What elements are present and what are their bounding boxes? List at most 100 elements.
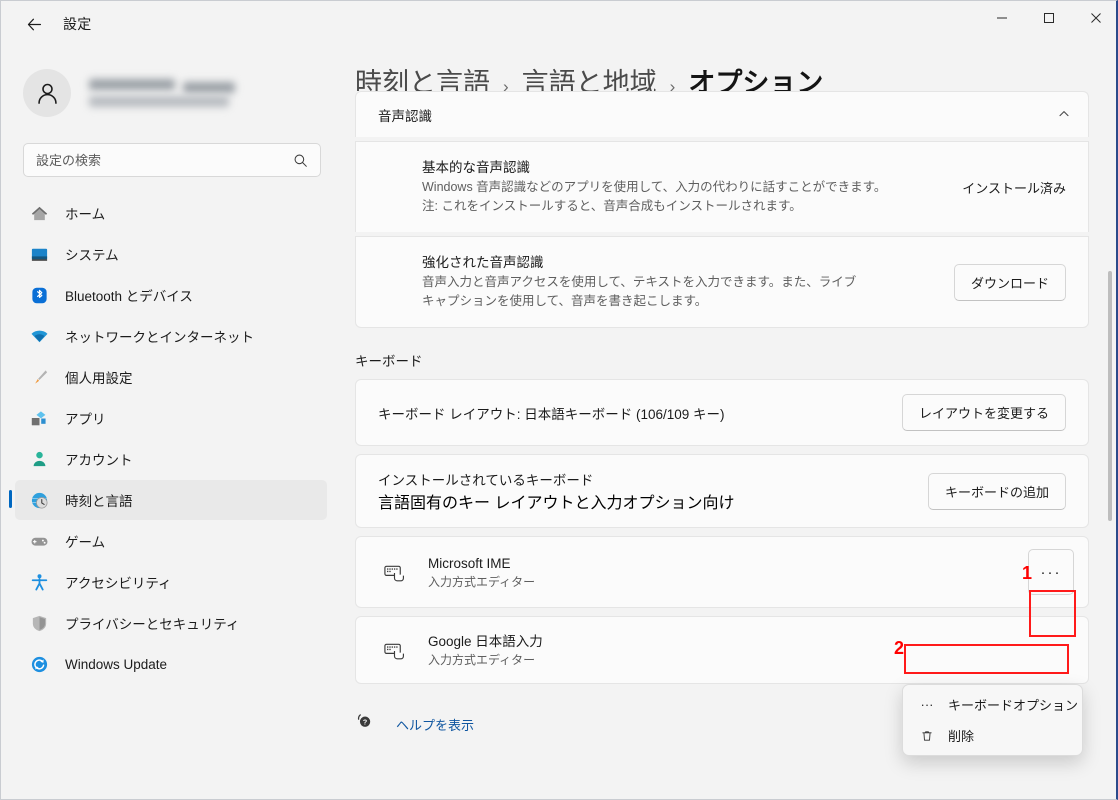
apps-icon xyxy=(29,408,49,428)
trash-icon xyxy=(917,729,937,743)
keyboard-hand-icon xyxy=(382,638,406,662)
account-profile[interactable] xyxy=(23,69,341,117)
sidebar-item-label: アカウント xyxy=(65,453,133,468)
installed-keyboards-texts: インストールされているキーボード 言語固有のキー レイアウトと入力オプション向け xyxy=(378,469,904,513)
sidebar-item-network[interactable]: ネットワークとインターネット xyxy=(15,316,327,356)
back-arrow-icon xyxy=(27,18,41,30)
ime-row-google: Google 日本語入力 入力方式エディター xyxy=(356,617,1088,683)
ime-google-card: Google 日本語入力 入力方式エディター xyxy=(355,616,1089,684)
sidebar-item-label: 時刻と言語 xyxy=(65,494,133,509)
sidebar-item-label: ゲーム xyxy=(65,535,106,550)
keyboard-hand-icon xyxy=(382,560,406,584)
sidebar-item-label: プライバシーとセキュリティ xyxy=(65,617,240,632)
sidebar-item-home[interactable]: ホーム xyxy=(15,193,327,233)
sidebar-item-label: ネットワークとインターネット xyxy=(65,330,254,345)
sidebar-item-label: アプリ xyxy=(65,412,106,427)
sidebar-item-gaming[interactable]: ゲーム xyxy=(15,521,327,561)
avatar xyxy=(23,69,71,117)
back-button[interactable] xyxy=(17,7,51,41)
search-input[interactable] xyxy=(36,152,293,168)
ellipsis-icon: ··· xyxy=(920,697,934,712)
window-title: 設定 xyxy=(63,16,92,32)
sidebar-item-bluetooth[interactable]: Bluetooth とデバイス xyxy=(15,275,327,315)
context-menu-keyboard-options[interactable]: ··· キーボードオプション xyxy=(907,689,1079,720)
enhanced-speech-texts: 強化された音声認識 音声入力と音声アクセスを使用して、テキストを入力できます。ま… xyxy=(422,253,930,311)
system-monitor-icon xyxy=(29,244,49,264)
accessibility-icon xyxy=(29,572,49,592)
basic-speech-row-card: 基本的な音声認識 Windows 音声認識などのアプリを使用して、入力の代わりに… xyxy=(355,141,1089,232)
enhanced-speech-desc-line2: キャプションを使用して、音声を書き起こします。 xyxy=(422,294,708,308)
settings-window: 設定 設定の検索 ホーム システム Bluetooth とデバイス ネットワーク… xyxy=(0,0,1118,800)
ime-google-subtitle: 入力方式エディター xyxy=(428,652,536,667)
sidebar-item-system[interactable]: システム xyxy=(15,234,327,274)
person-avatar-icon xyxy=(37,83,57,104)
content-scrollbar[interactable] xyxy=(1108,91,1112,781)
installed-keyboards-title: インストールされているキーボード xyxy=(378,473,594,488)
sidebar-item-label: 個人用設定 xyxy=(65,371,133,386)
sidebar-item-time-and-language[interactable]: 時刻と言語 xyxy=(9,480,327,520)
sidebar-item-accounts[interactable]: アカウント xyxy=(15,439,327,479)
paintbrush-icon xyxy=(29,367,49,387)
speech-recognition-header[interactable]: 音声認識 xyxy=(356,92,1088,138)
minimize-icon xyxy=(996,17,1007,19)
minimize-button[interactable] xyxy=(978,1,1025,35)
sidebar-item-windows-update[interactable]: Windows Update xyxy=(15,644,327,684)
sidebar-item-label: Bluetooth とデバイス xyxy=(65,289,193,304)
help-question-icon: ? xyxy=(355,712,374,736)
sidebar-item-apps[interactable]: アプリ xyxy=(15,398,327,438)
sidebar-item-label: Windows Update xyxy=(65,656,168,672)
close-button[interactable] xyxy=(1072,1,1116,35)
sidebar-item-privacy-security[interactable]: プライバシーとセキュリティ xyxy=(15,603,327,643)
installed-keyboards-row: インストールされているキーボード 言語固有のキー レイアウトと入力オプション向け… xyxy=(356,455,1088,527)
enhanced-speech-title: 強化された音声認識 xyxy=(422,255,544,270)
search-icon xyxy=(294,154,307,167)
ime-microsoft-subtitle: 入力方式エディター xyxy=(428,574,536,589)
context-menu-delete[interactable]: 削除 xyxy=(907,720,1078,751)
sidebar-item-label: システム xyxy=(65,248,119,263)
svg-text:?: ? xyxy=(363,719,367,727)
add-keyboard-button[interactable]: キーボードの追加 xyxy=(927,472,1066,510)
keyboard-section-title: キーボード xyxy=(355,354,423,369)
ime-more-button[interactable]: ··· xyxy=(1028,549,1074,595)
account-person-icon xyxy=(29,449,49,469)
sidebar-item-accessibility[interactable]: アクセシビリティ xyxy=(15,562,327,602)
context-menu-item-label: 削除 xyxy=(948,729,975,744)
basic-speech-status: インストール済み xyxy=(962,180,1066,196)
ime-google-name: Google 日本語入力 xyxy=(428,633,543,649)
help-link[interactable]: ヘルプを表示 xyxy=(396,715,474,734)
clock-globe-icon xyxy=(29,490,49,510)
scrollbar-thumb[interactable] xyxy=(1108,271,1112,521)
settings-scroll-area: 音声認識 基本的な音声認識 Windows 音声認識などのアプリを使用して、入力… xyxy=(341,91,1116,781)
title-bar: 設定 xyxy=(1,1,1116,47)
installed-keyboards-card: インストールされているキーボード 言語固有のキー レイアウトと入力オプション向け… xyxy=(355,454,1089,528)
enhanced-speech-row-card: 強化された音声認識 音声入力と音声アクセスを使用して、テキストを入力できます。ま… xyxy=(355,236,1089,328)
speech-recognition-title: 音声認識 xyxy=(378,109,432,124)
window-controls xyxy=(978,1,1116,47)
content-area: 時刻と言語 › 言語と地域 › オプション 音声認識 基本的な音声認識 Wind… xyxy=(341,47,1116,799)
close-icon xyxy=(1090,13,1101,23)
basic-speech-row: 基本的な音声認識 Windows 音声認識などのアプリを使用して、入力の代わりに… xyxy=(356,142,1088,232)
gamepad-icon xyxy=(29,531,49,551)
download-button[interactable]: ダウンロード xyxy=(953,263,1066,301)
basic-speech-title: 基本的な音声認識 xyxy=(422,160,530,175)
sidebar-item-label: アクセシビリティ xyxy=(65,576,172,591)
sidebar-item-personalization[interactable]: 個人用設定 xyxy=(15,357,327,397)
change-layout-button[interactable]: レイアウトを変更する xyxy=(901,394,1066,431)
context-menu-item-label: キーボードオプション xyxy=(948,698,1079,713)
sidebar-item-label: ホーム xyxy=(65,207,106,222)
basic-speech-desc-line2: 注: これをインストールすると、音声合成もインストールされます。 xyxy=(422,199,802,213)
bluetooth-icon xyxy=(29,285,49,305)
keyboard-layout-row: キーボード レイアウト: 日本語キーボード (106/109 キー) レイアウト… xyxy=(356,380,1088,445)
ime-microsoft-name: Microsoft IME xyxy=(428,555,511,571)
chevron-up-icon[interactable] xyxy=(1058,108,1070,123)
speech-recognition-header-card[interactable]: 音声認識 xyxy=(355,91,1089,137)
search-box[interactable] xyxy=(23,143,321,177)
keyboard-layout-label: キーボード レイアウト: 日本語キーボード (106/109 キー) xyxy=(378,406,725,422)
ime-google-texts: Google 日本語入力 入力方式エディター xyxy=(428,632,1074,669)
ime-microsoft-card: Microsoft IME 入力方式エディター ··· xyxy=(355,536,1089,608)
maximize-button[interactable] xyxy=(1025,1,1072,35)
keyboard-layout-card: キーボード レイアウト: 日本語キーボード (106/109 キー) レイアウト… xyxy=(355,379,1089,446)
ime-microsoft-texts: Microsoft IME 入力方式エディター xyxy=(428,554,1028,591)
basic-speech-texts: 基本的な音声認識 Windows 音声認識などのアプリを使用して、入力の代わりに… xyxy=(422,158,938,216)
sidebar-nav: ホーム システム Bluetooth とデバイス ネットワークとインターネット … xyxy=(1,193,341,684)
